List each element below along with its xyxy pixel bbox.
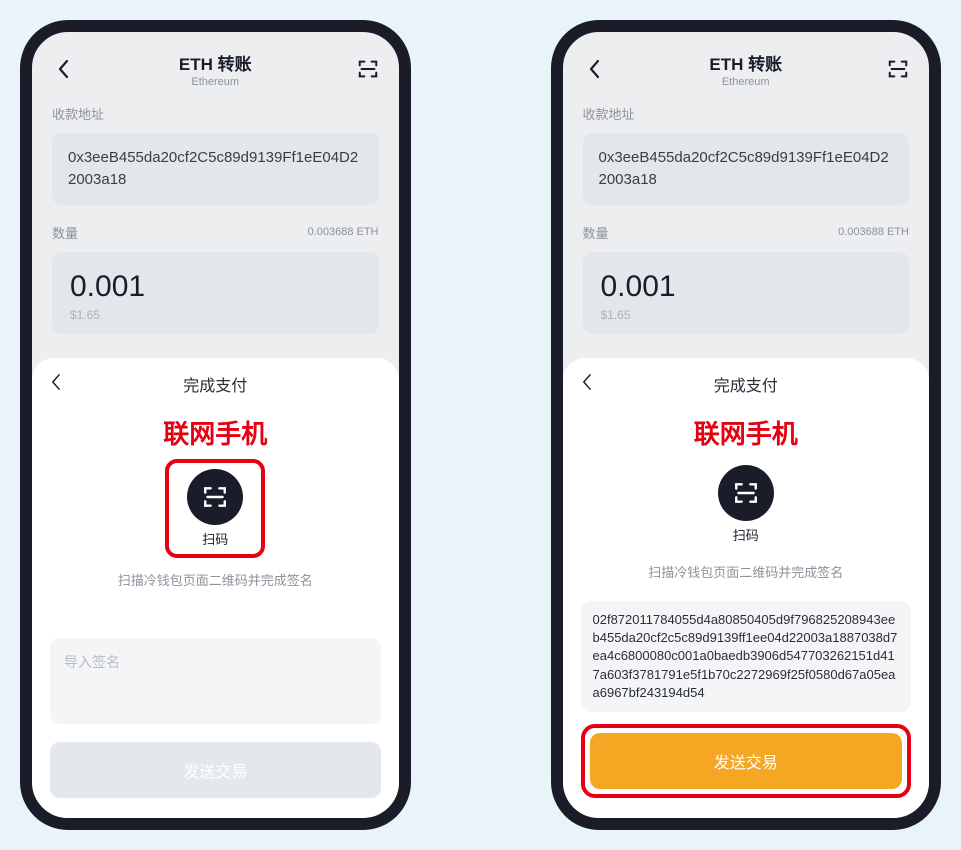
phone-left: ETH 转账 Ethereum 收款地址 0x3eeB455da20cf2C5c… [20,20,411,830]
amount-header-row: 数量 0.003688 ETH [52,223,379,242]
signature-input[interactable]: 02f872011784055d4a80850405d9f79682520894… [581,601,912,712]
sheet-header: 完成支付 [50,372,381,396]
scan-box: 扫码 [700,459,792,550]
recipient-address-field[interactable]: 0x3eeB455da20cf2C5c89d9139Ff1eE04D22003a… [583,133,910,205]
scan-button[interactable] [187,469,243,525]
transfer-form-area: ETH 转账 Ethereum 收款地址 0x3eeB455da20cf2C5c… [563,32,930,334]
scan-button[interactable] [718,465,774,521]
phone-right: ETH 转账 Ethereum 收款地址 0x3eeB455da20cf2C5c… [551,20,942,830]
chevron-left-icon [581,373,592,391]
scan-instruction: 扫描冷钱包页面二维码并完成签名 [581,562,912,581]
annotation-label: 联网手机 [581,414,912,451]
amount-label: 数量 [583,223,609,242]
amount-value: 0.001 [601,270,892,304]
recipient-label: 收款地址 [52,104,379,123]
send-transaction-button[interactable]: 发送交易 [590,733,903,789]
amount-usd: $1.65 [601,308,892,322]
page-title: ETH 转账 [74,50,357,75]
signature-value: 02f872011784055d4a80850405d9f79682520894… [593,611,900,702]
payment-sheet: 完成支付 联网手机 扫码 扫描冷钱包页面二维码并完成签名 02f87201178… [563,358,930,818]
scan-icon [733,480,759,506]
balance-display: 0.003688 ETH [308,226,379,238]
scan-icon [887,58,909,80]
page-subtitle: Ethereum [74,76,357,88]
scan-action-area: 扫码 [581,459,912,550]
signature-input[interactable]: 导入签名 [50,638,381,724]
sheet-back-button[interactable] [50,373,72,396]
amount-value: 0.001 [70,270,361,304]
amount-usd: $1.65 [70,308,361,322]
scan-instruction: 扫描冷钱包页面二维码并完成签名 [50,570,381,589]
amount-header-row: 数量 0.003688 ETH [583,223,910,242]
scan-qr-button[interactable] [357,58,379,80]
sheet-back-button[interactable] [581,373,603,396]
send-transaction-button[interactable]: 发送交易 [50,742,381,798]
back-button[interactable] [583,58,605,80]
page-title: ETH 转账 [605,50,888,75]
back-button[interactable] [52,58,74,80]
sheet-title: 完成支付 [581,372,912,396]
chevron-left-icon [57,59,69,79]
scan-button-label: 扫码 [733,525,759,544]
annotation-label: 联网手机 [50,414,381,451]
scan-icon [202,484,228,510]
scan-action-area: 扫码 [50,459,381,558]
chevron-left-icon [50,373,61,391]
amount-input-box[interactable]: 0.001 $1.65 [52,252,379,334]
recipient-label: 收款地址 [583,104,910,123]
header-bar: ETH 转账 Ethereum [583,50,910,88]
signature-placeholder: 导入签名 [64,652,367,672]
header-bar: ETH 转账 Ethereum [52,50,379,88]
scan-qr-button[interactable] [887,58,909,80]
amount-input-box[interactable]: 0.001 $1.65 [583,252,910,334]
amount-label: 数量 [52,223,78,242]
sheet-header: 完成支付 [581,372,912,396]
scan-button-label: 扫码 [202,529,228,548]
payment-sheet: 完成支付 联网手机 扫码 扫描冷钱包页面二维码并完成签名 导入签名 发送交易 [32,358,399,818]
send-button-highlight: 发送交易 [581,724,912,798]
balance-display: 0.003688 ETH [838,226,909,238]
chevron-left-icon [588,59,600,79]
scan-highlight-box: 扫码 [165,459,265,558]
scan-icon [357,58,379,80]
sheet-title: 完成支付 [50,372,381,396]
page-title-block: ETH 转账 Ethereum [605,50,888,88]
recipient-address-field[interactable]: 0x3eeB455da20cf2C5c89d9139Ff1eE04D22003a… [52,133,379,205]
page-subtitle: Ethereum [605,76,888,88]
page-title-block: ETH 转账 Ethereum [74,50,357,88]
transfer-form-area: ETH 转账 Ethereum 收款地址 0x3eeB455da20cf2C5c… [32,32,399,334]
